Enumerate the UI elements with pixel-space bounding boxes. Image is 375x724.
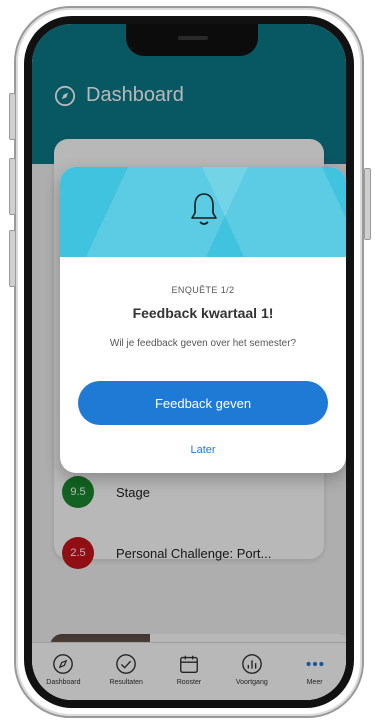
survey-counter: ENQUÊTE 1/2	[171, 285, 235, 295]
phone-frame: Dashboard 9.5 Stage 2.5 Personal Challen…	[9, 6, 371, 718]
mute-switch	[9, 93, 16, 140]
power-button	[364, 168, 371, 240]
dialog-subtitle: Wil je feedback geven over het semester?	[109, 338, 297, 349]
give-feedback-button[interactable]: Feedback geven	[78, 381, 328, 425]
phone-bezel: Dashboard 9.5 Stage 2.5 Personal Challen…	[24, 16, 354, 708]
volume-up-button	[9, 158, 16, 215]
survey-dialog: ENQUÊTE 1/2 Feedback kwartaal 1! Wil je …	[60, 167, 346, 473]
later-link[interactable]: Later	[60, 444, 346, 456]
bell-icon	[191, 193, 217, 225]
app-screen: Dashboard 9.5 Stage 2.5 Personal Challen…	[32, 24, 346, 700]
banner-light-ray	[202, 167, 346, 257]
dialog-title: Feedback kwartaal 1!	[132, 305, 274, 321]
dialog-banner	[60, 167, 346, 257]
volume-down-button	[9, 230, 16, 287]
